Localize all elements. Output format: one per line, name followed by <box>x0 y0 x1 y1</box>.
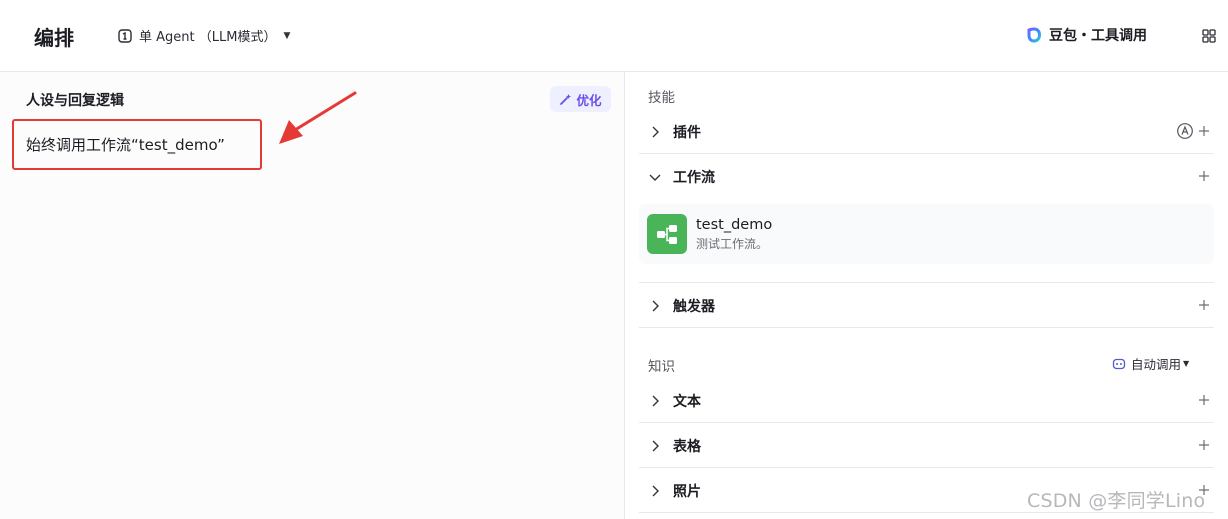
page-title: 编排 <box>34 26 74 50</box>
table-label: 表格 <box>673 438 701 455</box>
workflow-item[interactable]: test_demo 测试工作流。 <box>639 204 1214 264</box>
doubao-logo-icon <box>1027 27 1041 43</box>
divider <box>639 327 1214 328</box>
optimize-label: 优化 <box>576 92 602 108</box>
persona-title: 人设与回复逻辑 <box>26 93 124 109</box>
agent-mode-select[interactable]: 单 Agent （LLM模式） ▼ <box>117 26 290 45</box>
chevron-right-icon <box>652 395 659 406</box>
agent-mode-label: 单 Agent （LLM模式） <box>139 30 277 45</box>
add-plugin-icon[interactable] <box>1194 121 1214 141</box>
add-table-icon[interactable] <box>1194 435 1214 455</box>
skills-panel: 技能 插件 工作流 test_demo 测试工作流。 触发器 知识 自动调用 ▼… <box>625 72 1228 519</box>
caret-down-icon: ▼ <box>283 30 291 41</box>
highlight-box <box>12 119 262 170</box>
chevron-right-icon <box>652 126 659 137</box>
robot-icon <box>1112 358 1126 369</box>
workflow-icon <box>647 214 687 254</box>
agent-mode-icon <box>118 28 132 43</box>
workflow-description: 测试工作流。 <box>696 236 769 251</box>
text-label: 文本 <box>673 393 701 410</box>
table-row[interactable]: 表格 <box>639 423 1214 468</box>
caret-down-icon: ▼ <box>1183 359 1190 368</box>
workflow-name: test_demo <box>696 216 773 233</box>
chevron-right-icon <box>652 300 659 311</box>
plugins-row[interactable]: 插件 <box>639 109 1214 154</box>
csdn-watermark: CSDN @李同学Lino <box>1027 490 1206 512</box>
add-workflow-icon[interactable] <box>1194 166 1214 186</box>
add-text-icon[interactable] <box>1194 390 1214 410</box>
model-label: 豆包・工具调用 <box>1049 28 1147 44</box>
layout-grid-icon[interactable] <box>1202 29 1216 43</box>
workflow-row[interactable]: 工作流 <box>639 154 1214 199</box>
chevron-down-icon <box>649 174 661 181</box>
text-row[interactable]: 文本 <box>639 378 1214 423</box>
skills-section-label: 技能 <box>648 90 675 106</box>
photo-label: 照片 <box>673 483 701 500</box>
chevron-right-icon <box>652 485 659 496</box>
red-arrow-annotation <box>279 91 357 144</box>
workflow-label: 工作流 <box>673 169 715 186</box>
add-trigger-icon[interactable] <box>1194 295 1214 315</box>
auto-call-select[interactable]: 自动调用 ▼ <box>1112 354 1189 373</box>
plugins-label: 插件 <box>673 124 701 141</box>
auto-call-label: 自动调用 <box>1131 357 1182 372</box>
top-header: 编排 单 Agent （LLM模式） ▼ 豆包・工具调用 <box>0 0 1228 72</box>
optimize-button[interactable]: 优化 <box>550 86 611 112</box>
persona-prompt-panel: 人设与回复逻辑 优化 始终调用工作流“test_demo” <box>0 72 625 519</box>
model-select[interactable]: 豆包・工具调用 <box>1025 25 1147 45</box>
knowledge-section-label: 知识 <box>648 359 675 375</box>
trigger-label: 触发器 <box>673 298 715 315</box>
chevron-right-icon <box>652 440 659 451</box>
trigger-row[interactable]: 触发器 <box>639 283 1214 328</box>
magic-wand-icon <box>560 93 572 105</box>
auto-a-icon[interactable] <box>1176 122 1194 140</box>
